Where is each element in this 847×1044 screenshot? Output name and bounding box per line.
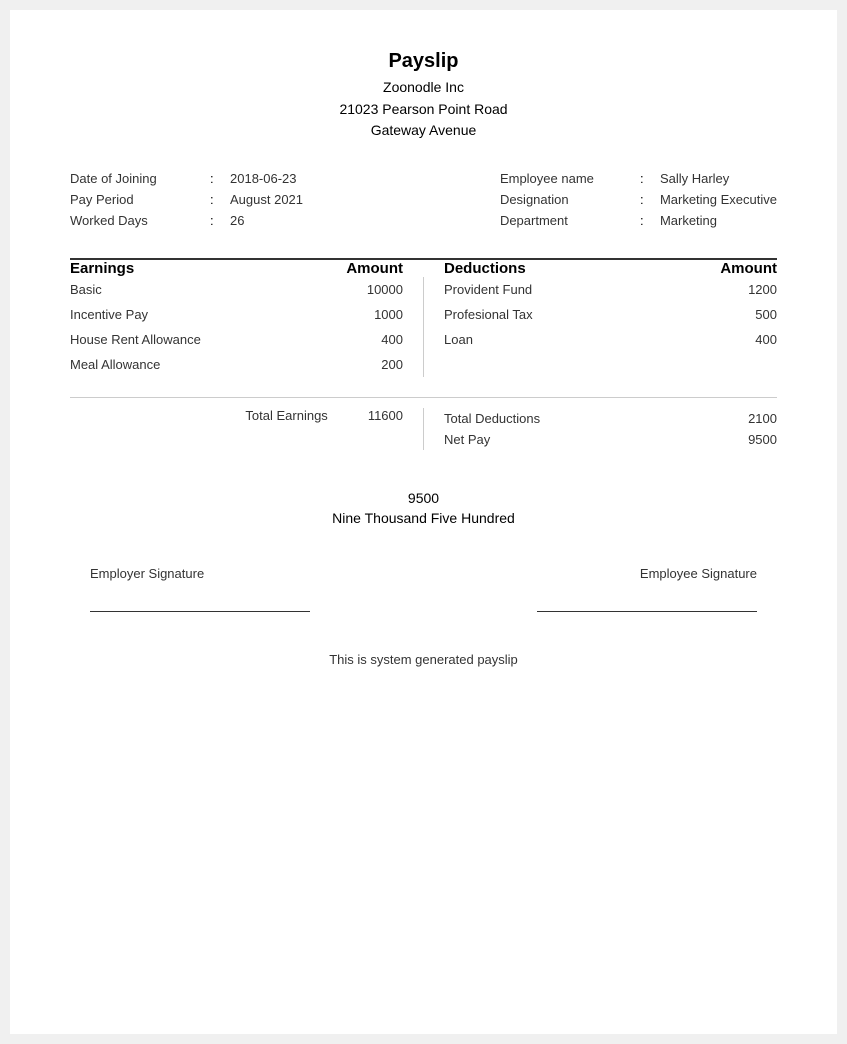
colon2: : xyxy=(210,192,230,207)
department-value: Marketing xyxy=(660,213,717,228)
payslip-document: Payslip Zoonodle Inc 21023 Pearson Point… xyxy=(10,10,837,1034)
date-of-joining-value: 2018-06-23 xyxy=(230,171,297,186)
worked-days-label: Worked Days xyxy=(70,213,210,228)
deductions-total-block: Total Deductions 2100 Net Pay 9500 xyxy=(424,408,777,450)
meal-amount: 200 xyxy=(381,357,403,372)
total-deductions-row: Total Deductions 2100 xyxy=(444,408,777,429)
loan-label: Loan xyxy=(444,332,473,347)
net-pay-number: 9500 xyxy=(70,490,777,506)
pay-period-label: Pay Period xyxy=(70,192,210,207)
net-pay-amount: 9500 xyxy=(748,432,777,447)
company-address: 21023 Pearson Point Road Gateway Avenue xyxy=(70,99,777,141)
net-pay-row: Net Pay 9500 xyxy=(444,429,777,450)
earnings-items: Basic 10000 Incentive Pay 1000 House Ren… xyxy=(70,277,424,377)
total-earnings-amount: 11600 xyxy=(368,408,403,450)
meal-label: Meal Allowance xyxy=(70,357,160,372)
net-pay-words: Nine Thousand Five Hundred xyxy=(70,510,777,526)
employee-name-label: Employee name xyxy=(500,171,640,186)
deductions-items: Provident Fund 1200 Profesional Tax 500 … xyxy=(424,277,777,377)
table-body: Basic 10000 Incentive Pay 1000 House Ren… xyxy=(70,277,777,377)
incentive-amount: 1000 xyxy=(374,307,403,322)
deductions-row-pt: Profesional Tax 500 xyxy=(444,302,777,327)
employee-name-row: Employee name : Sally Harley xyxy=(500,171,777,186)
designation-label: Designation xyxy=(500,192,640,207)
employer-signature-line xyxy=(90,611,310,612)
address-line2: Gateway Avenue xyxy=(371,122,477,138)
employer-signature-label: Employer Signature xyxy=(90,566,204,581)
loan-amount: 400 xyxy=(755,332,777,347)
salary-table: Earnings Amount Deductions Amount Basic … xyxy=(70,258,777,450)
pay-period-row: Pay Period : August 2021 xyxy=(70,192,303,207)
deductions-row-loan: Loan 400 xyxy=(444,327,777,352)
total-deductions-amount: 2100 xyxy=(748,411,777,426)
earnings-row-incentive: Incentive Pay 1000 xyxy=(70,302,403,327)
deductions-header-block: Deductions Amount xyxy=(424,260,777,277)
worked-days-value: 26 xyxy=(230,213,244,228)
employee-signature-line xyxy=(537,611,757,612)
totals-section: Total Earnings 11600 Total Deductions 21… xyxy=(70,397,777,450)
earnings-total-row: Total Earnings 11600 xyxy=(70,408,424,450)
pt-label: Profesional Tax xyxy=(444,307,533,322)
hra-amount: 400 xyxy=(381,332,403,347)
colon4: : xyxy=(640,171,660,186)
earnings-row-hra: House Rent Allowance 400 xyxy=(70,327,403,352)
net-pay-summary: 9500 Nine Thousand Five Hundred xyxy=(70,490,777,526)
net-pay-label: Net Pay xyxy=(444,432,490,447)
table-headers: Earnings Amount Deductions Amount xyxy=(70,260,777,277)
pt-amount: 500 xyxy=(755,307,777,322)
payslip-header: Payslip Zoonodle Inc 21023 Pearson Point… xyxy=(70,50,777,141)
colon6: : xyxy=(640,213,660,228)
colon3: : xyxy=(210,213,230,228)
address-line1: 21023 Pearson Point Road xyxy=(339,101,507,117)
earnings-header-block: Earnings Amount xyxy=(70,260,424,277)
payslip-footer: This is system generated payslip xyxy=(70,652,777,667)
employee-name-value: Sally Harley xyxy=(660,171,729,186)
colon1: : xyxy=(210,171,230,186)
earnings-amount-header: Amount xyxy=(346,260,403,277)
date-of-joining-label: Date of Joining xyxy=(70,171,210,186)
designation-row: Designation : Marketing Executive xyxy=(500,192,777,207)
basic-label: Basic xyxy=(70,282,102,297)
colon5: : xyxy=(640,192,660,207)
payslip-title: Payslip xyxy=(70,50,777,73)
deductions-amount-header: Amount xyxy=(720,260,777,277)
worked-days-row: Worked Days : 26 xyxy=(70,213,303,228)
earnings-row-meal: Meal Allowance 200 xyxy=(70,352,403,377)
pay-period-value: August 2021 xyxy=(230,192,303,207)
earnings-col-header: Earnings xyxy=(70,260,134,277)
incentive-label: Incentive Pay xyxy=(70,307,148,322)
signature-section: Employer Signature Employee Signature xyxy=(70,566,777,612)
department-row: Department : Marketing xyxy=(500,213,777,228)
date-of-joining-row: Date of Joining : 2018-06-23 xyxy=(70,171,303,186)
hra-label: House Rent Allowance xyxy=(70,332,201,347)
pf-amount: 1200 xyxy=(748,282,777,297)
employer-signature-block: Employer Signature xyxy=(90,566,310,612)
employee-signature-block: Employee Signature xyxy=(537,566,757,612)
info-right-column: Employee name : Sally Harley Designation… xyxy=(500,171,777,228)
pf-label: Provident Fund xyxy=(444,282,532,297)
department-label: Department xyxy=(500,213,640,228)
earnings-row-basic: Basic 10000 xyxy=(70,277,403,302)
info-left-column: Date of Joining : 2018-06-23 Pay Period … xyxy=(70,171,303,228)
footer-text: This is system generated payslip xyxy=(329,652,518,667)
designation-value: Marketing Executive xyxy=(660,192,777,207)
employee-signature-label: Employee Signature xyxy=(640,566,757,581)
total-earnings-label: Total Earnings xyxy=(245,408,327,450)
deductions-col-header: Deductions xyxy=(444,260,526,277)
employee-info-section: Date of Joining : 2018-06-23 Pay Period … xyxy=(70,171,777,228)
total-deductions-label: Total Deductions xyxy=(444,411,540,426)
basic-amount: 10000 xyxy=(367,282,403,297)
deductions-row-pf: Provident Fund 1200 xyxy=(444,277,777,302)
company-name: Zoonodle Inc xyxy=(70,79,777,95)
